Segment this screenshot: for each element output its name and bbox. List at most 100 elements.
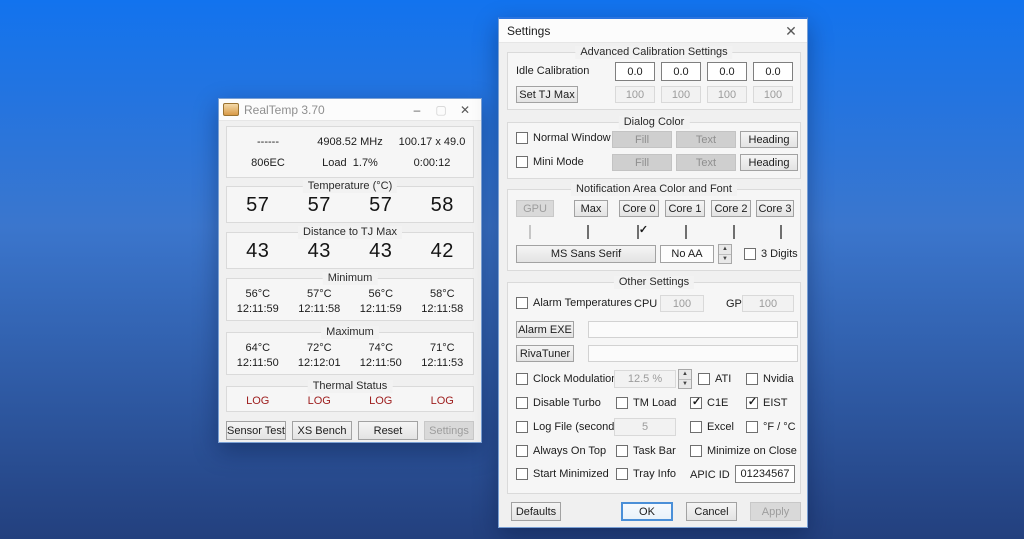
clock-modulation-input: 12.5 % bbox=[614, 370, 676, 388]
excel-checkbox[interactable]: Excel bbox=[690, 421, 734, 433]
defaults-button[interactable]: Defaults bbox=[511, 502, 561, 521]
rivatuner-path-input[interactable] bbox=[588, 345, 798, 362]
minimum-group-label: Minimum bbox=[322, 272, 378, 285]
maximum-group: Maximum 64°C 72°C 74°C 71°C 12:11:50 12:… bbox=[226, 326, 474, 375]
heading-button[interactable]: Heading bbox=[740, 154, 798, 171]
realtemp-window: RealTemp 3.70 – ▢ ✕ ------ 4908.52 MHz 1… bbox=[218, 98, 482, 443]
log-toggle[interactable]: LOG bbox=[227, 395, 289, 407]
notification-area-label: Notification Area Color and Font bbox=[571, 183, 737, 196]
desktop-background: RealTemp 3.70 – ▢ ✕ ------ 4908.52 MHz 1… bbox=[0, 0, 1024, 539]
tjmax-input: 100 bbox=[661, 86, 701, 103]
start-minimized-checkbox[interactable]: Start Minimized bbox=[516, 468, 609, 480]
tray-info-checkbox[interactable]: Tray Info bbox=[616, 468, 676, 480]
c1e-checkbox[interactable]: C1E bbox=[690, 395, 728, 409]
min-time: 12:11:59 bbox=[359, 303, 402, 315]
advanced-calibration-label: Advanced Calibration Settings bbox=[575, 46, 733, 59]
other-settings-label: Other Settings bbox=[613, 276, 695, 289]
core2-color-button[interactable]: Core 2 bbox=[711, 200, 751, 217]
core0-color-button[interactable]: Core 0 bbox=[619, 200, 659, 217]
cpu-info-panel: ------ 4908.52 MHz 100.17 x 49.0 806EC L… bbox=[226, 126, 474, 178]
font-select-button[interactable]: MS Sans Serif bbox=[516, 245, 656, 263]
rivatuner-button[interactable]: RivaTuner bbox=[516, 345, 574, 362]
log-toggle[interactable]: LOG bbox=[289, 395, 351, 407]
core3-color-button[interactable]: Core 3 bbox=[756, 200, 794, 217]
core0-temp: 57 bbox=[246, 194, 270, 216]
core2-distance: 43 bbox=[369, 240, 393, 262]
mini-mode-checkbox[interactable]: Mini Mode bbox=[516, 156, 584, 168]
close-icon[interactable]: ✕ bbox=[779, 21, 803, 41]
clock-modulation-stepper[interactable]: ▲ ▼ bbox=[678, 369, 692, 389]
cpu-frequency: 4908.52 MHz bbox=[317, 136, 383, 148]
settings-titlebar[interactable]: Settings ✕ bbox=[499, 19, 807, 43]
realtemp-titlebar[interactable]: RealTemp 3.70 – ▢ ✕ bbox=[219, 99, 481, 121]
text-button: Text bbox=[676, 131, 736, 148]
spin-up-icon[interactable]: ▲ bbox=[679, 370, 691, 379]
core1-distance: 43 bbox=[307, 240, 331, 262]
xs-bench-button[interactable]: XS Bench bbox=[292, 421, 352, 440]
max-temp: 74°C bbox=[368, 342, 394, 354]
log-toggle[interactable]: LOG bbox=[350, 395, 412, 407]
text-button: Text bbox=[676, 154, 736, 171]
anti-alias-button[interactable]: No AA bbox=[660, 245, 714, 263]
dialog-color-label: Dialog Color bbox=[618, 116, 690, 129]
alarm-exe-button[interactable]: Alarm EXE bbox=[516, 321, 574, 338]
advanced-calibration-group: Advanced Calibration Settings Idle Calib… bbox=[507, 46, 801, 110]
gpu-show-checkbox bbox=[529, 225, 531, 239]
core3-show-checkbox[interactable] bbox=[780, 225, 782, 239]
spin-down-icon[interactable]: ▼ bbox=[679, 378, 691, 389]
spin-up-icon[interactable]: ▲ bbox=[719, 245, 731, 254]
max-temp: 71°C bbox=[429, 342, 455, 354]
normal-window-checkbox[interactable]: Normal Window bbox=[516, 132, 611, 144]
ati-checkbox[interactable]: ATI bbox=[698, 373, 731, 385]
idle-calibration-input[interactable]: 0.0 bbox=[615, 62, 655, 81]
other-settings-group: Other Settings Alarm Temperatures CPU 10… bbox=[507, 276, 801, 494]
min-time: 12:11:58 bbox=[421, 303, 464, 315]
disable-turbo-checkbox[interactable]: Disable Turbo bbox=[516, 397, 601, 409]
alarm-temperatures-checkbox[interactable]: Alarm Temperatures bbox=[516, 297, 632, 309]
max-time: 12:12:01 bbox=[297, 357, 341, 369]
three-digits-checkbox[interactable]: 3 Digits bbox=[744, 248, 798, 260]
task-bar-checkbox[interactable]: Task Bar bbox=[616, 445, 676, 457]
sensor-test-button[interactable]: Sensor Test bbox=[226, 421, 286, 440]
font-size-stepper[interactable]: ▲ ▼ bbox=[718, 244, 732, 264]
reset-button[interactable]: Reset bbox=[358, 421, 418, 440]
nvidia-checkbox[interactable]: Nvidia bbox=[746, 373, 794, 385]
ok-button[interactable]: OK bbox=[621, 502, 673, 521]
settings-window-title: Settings bbox=[507, 23, 551, 38]
apic-id-input[interactable]: 01234567 bbox=[735, 465, 795, 483]
eist-checkbox[interactable]: EIST bbox=[746, 395, 787, 409]
core1-temp: 57 bbox=[307, 194, 331, 216]
close-icon[interactable]: ✕ bbox=[453, 100, 477, 120]
cpu-alarm-input: 100 bbox=[660, 295, 704, 312]
minimize-icon[interactable]: – bbox=[405, 100, 429, 120]
idle-calibration-input[interactable]: 0.0 bbox=[661, 62, 701, 81]
clock-modulation-checkbox[interactable]: Clock Modulation bbox=[516, 373, 617, 385]
set-tjmax-button[interactable]: Set TJ Max bbox=[516, 86, 578, 103]
spin-down-icon[interactable]: ▼ bbox=[719, 253, 731, 264]
cpu-multiplier: 100.17 x 49.0 bbox=[398, 136, 466, 148]
log-interval-input: 5 bbox=[614, 418, 676, 436]
log-toggle[interactable]: LOG bbox=[412, 395, 474, 407]
alarm-exe-path-input[interactable] bbox=[588, 321, 798, 338]
settings-button: Settings bbox=[424, 421, 474, 440]
minimize-on-close-checkbox[interactable]: Minimize on Close bbox=[690, 445, 797, 457]
heading-button[interactable]: Heading bbox=[740, 131, 798, 148]
minimum-group: Minimum 56°C 57°C 56°C 58°C 12:11:59 12:… bbox=[226, 272, 474, 321]
core0-show-checkbox[interactable] bbox=[637, 225, 639, 239]
log-file-checkbox[interactable]: Log File (seconds) bbox=[516, 421, 624, 433]
gpu-alarm-input: 100 bbox=[742, 295, 794, 312]
idle-calibration-input[interactable]: 0.0 bbox=[707, 62, 747, 81]
max-time: 12:11:50 bbox=[236, 357, 279, 369]
always-on-top-checkbox[interactable]: Always On Top bbox=[516, 445, 606, 457]
max-color-button[interactable]: Max bbox=[574, 200, 608, 217]
idle-calibration-input[interactable]: 0.0 bbox=[753, 62, 793, 81]
core1-show-checkbox[interactable] bbox=[685, 225, 687, 239]
temperature-group-label: Temperature (°C) bbox=[302, 180, 398, 193]
core2-show-checkbox[interactable] bbox=[733, 225, 735, 239]
fill-button: Fill bbox=[612, 154, 672, 171]
fahrenheit-celsius-checkbox[interactable]: °F / °C bbox=[746, 421, 796, 433]
tm-load-checkbox[interactable]: TM Load bbox=[616, 397, 676, 409]
cancel-button[interactable]: Cancel bbox=[686, 502, 737, 521]
max-show-checkbox[interactable] bbox=[587, 225, 589, 239]
core1-color-button[interactable]: Core 1 bbox=[665, 200, 705, 217]
